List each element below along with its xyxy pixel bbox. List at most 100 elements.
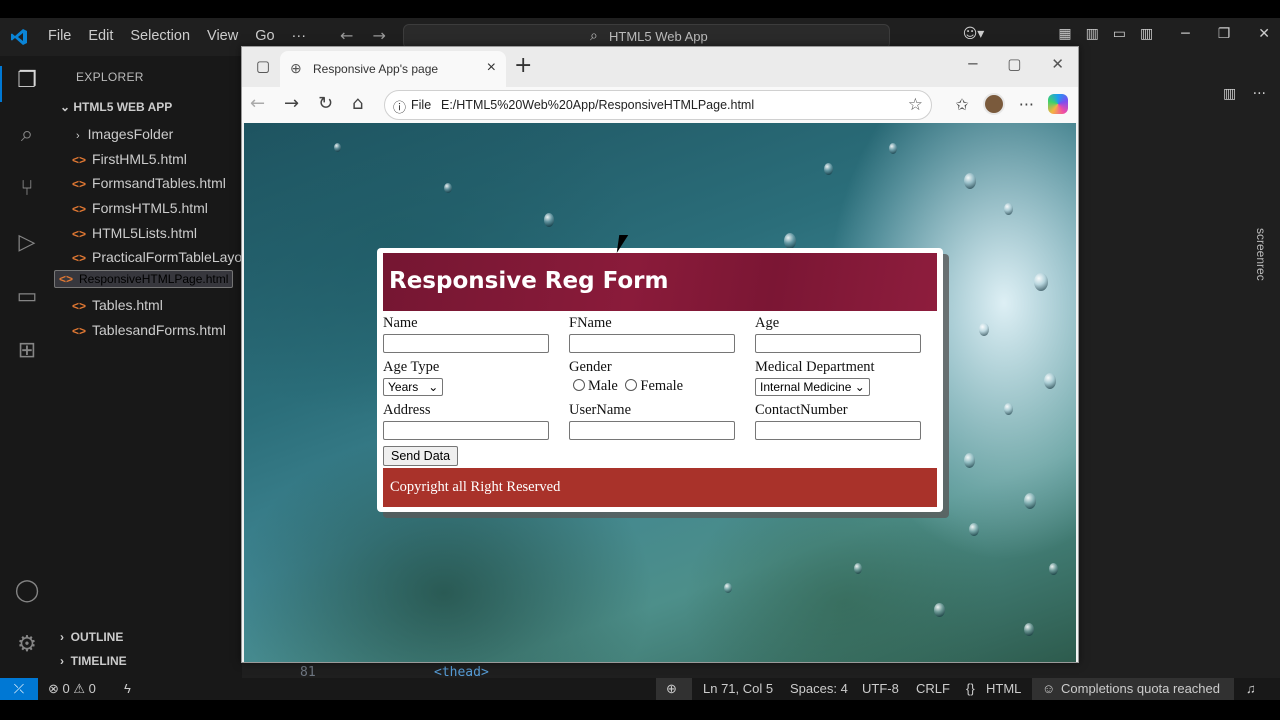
tree-file[interactable]: <>PracticalFormTableLayout.html: [54, 245, 242, 270]
rain-drop: [979, 323, 989, 336]
notifications-bell-icon[interactable]: ♫: [1246, 681, 1256, 696]
settings-more-icon[interactable]: ···: [1019, 95, 1034, 114]
tree-file[interactable]: <> Tables.html: [54, 293, 242, 318]
tree-file[interactable]: <> FirstHML5.html: [54, 147, 242, 172]
remote-explorer-icon[interactable]: ▭: [13, 284, 41, 312]
refresh-icon[interactable]: ↻: [318, 93, 333, 114]
minimize-icon[interactable]: ─: [968, 55, 977, 73]
explorer-panel: EXPLORER ⌄ HTML5 WEB APP › ImagesFolder <…: [54, 56, 242, 678]
menu-more[interactable]: ···: [292, 28, 307, 44]
new-tab-icon[interactable]: +: [514, 53, 532, 78]
username-field: UserName: [569, 402, 735, 440]
close-icon[interactable]: ✕: [1051, 55, 1064, 73]
minimize-icon[interactable]: ─: [1181, 26, 1189, 42]
rain-drop: [934, 603, 945, 617]
language-mode[interactable]: HTML: [986, 681, 1021, 696]
extensions-icon[interactable]: ⊞: [13, 338, 41, 366]
page-viewport: Responsive Reg Form Name FName Age Age T…: [244, 123, 1076, 662]
rain-drop: [1024, 623, 1034, 636]
browser-tab[interactable]: ⊕ Responsive App's page ×: [280, 51, 506, 87]
age-type-field: Age Type Years ⌄: [383, 359, 444, 396]
department-select[interactable]: Internal Medicine ⌄: [755, 378, 870, 396]
menu-file[interactable]: File: [48, 28, 71, 44]
braces-icon: {}: [966, 681, 975, 696]
copilot-icon[interactable]: [1048, 94, 1068, 114]
activity-bar: ❐ ⌕ ⑂ ▷ ▭ ⊞ ◯ ⚙: [0, 56, 54, 678]
rain-drop: [824, 163, 833, 175]
tree-file[interactable]: <> FormsHTML5.html: [54, 196, 242, 221]
forward-icon[interactable]: →: [284, 93, 299, 114]
zoom-icon[interactable]: ⊕: [666, 681, 677, 697]
project-folder[interactable]: ⌄ HTML5 WEB APP: [60, 100, 172, 114]
tab-actions-icon[interactable]: ▢: [248, 51, 278, 81]
restore-icon[interactable]: ❐: [1218, 26, 1231, 42]
back-arrow-icon[interactable]: ←: [340, 26, 353, 45]
home-icon[interactable]: ⌂: [352, 93, 363, 114]
html-file-icon: <>: [72, 226, 87, 241]
account-icon[interactable]: ◯: [13, 578, 41, 606]
lightning-icon[interactable]: ϟ: [124, 681, 131, 696]
tree-file[interactable]: <> HTML5Lists.html: [54, 221, 242, 246]
address-bar[interactable]: ⓘ File E:/HTML5%20Web%20App/ResponsiveHT…: [384, 90, 932, 120]
toggle-secondary-sidebar-icon[interactable]: ▥: [1140, 26, 1153, 42]
more-actions-icon[interactable]: ···: [1253, 86, 1266, 102]
tree-folder-images[interactable]: › ImagesFolder: [54, 122, 242, 147]
timeline-section[interactable]: › TIMELINE: [60, 654, 127, 668]
layout-icon[interactable]: ▦: [1058, 26, 1071, 42]
menu-go[interactable]: Go: [255, 28, 274, 44]
favorite-star-icon[interactable]: ☆: [908, 95, 923, 115]
encoding[interactable]: UTF-8: [862, 681, 899, 696]
run-debug-icon[interactable]: ▷: [13, 230, 41, 258]
search-icon[interactable]: ⌕: [13, 122, 41, 150]
menu-edit[interactable]: Edit: [88, 28, 113, 44]
fname-input[interactable]: [569, 334, 735, 353]
tree-file[interactable]: <> FormsandTables.html: [54, 171, 242, 196]
copilot-icon[interactable]: ☺▾: [963, 26, 985, 42]
rain-drop: [724, 583, 732, 593]
indentation[interactable]: Spaces: 4: [790, 681, 848, 696]
form-title: Responsive Reg Form: [389, 268, 669, 294]
file-tree: › ImagesFolder <> FirstHML5.html <> Formsan…: [54, 122, 242, 343]
tree-file[interactable]: <> TablesandForms.html: [54, 318, 242, 343]
info-icon[interactable]: ⓘ: [393, 97, 406, 116]
close-icon[interactable]: ✕: [1258, 26, 1270, 42]
cursor-position[interactable]: Ln 71, Col 5: [703, 681, 773, 696]
female-radio[interactable]: [625, 379, 638, 391]
rain-drop: [544, 213, 554, 227]
problems-indicator[interactable]: ⊗ 0 ⚠ 0: [48, 681, 96, 697]
browser-window-controls: ─ ▢ ✕: [968, 55, 1064, 73]
back-icon[interactable]: ←: [250, 93, 265, 114]
male-radio[interactable]: [573, 379, 585, 391]
profile-avatar[interactable]: [982, 93, 1005, 115]
age-input[interactable]: [755, 334, 921, 353]
address-input[interactable]: [383, 421, 549, 440]
tree-file-selected[interactable]: <> ResponsiveHTMLPage.html: [54, 270, 234, 289]
age-type-select[interactable]: Years ⌄: [383, 378, 444, 396]
screenrec-label: screenrec: [1254, 228, 1268, 281]
close-tab-icon[interactable]: ×: [487, 59, 496, 77]
toggle-sidebar-icon[interactable]: ▥: [1086, 26, 1099, 42]
send-data-button[interactable]: Send Data: [383, 446, 459, 466]
age-label: Age: [755, 315, 780, 331]
forward-arrow-icon[interactable]: →: [373, 26, 386, 45]
maximize-icon[interactable]: ▢: [1007, 55, 1021, 73]
outline-section[interactable]: › OUTLINE: [60, 630, 123, 644]
favorites-icon[interactable]: ✩: [955, 95, 968, 114]
rain-drop: [964, 173, 976, 189]
contact-input[interactable]: [755, 421, 921, 440]
copilot-status[interactable]: Completions quota reached: [1061, 681, 1220, 696]
toggle-panel-icon[interactable]: ▭: [1113, 26, 1126, 42]
menu-view[interactable]: View: [207, 28, 238, 44]
source-control-icon[interactable]: ⑂: [13, 176, 41, 204]
copyright-text: Copyright all Right Reserved: [390, 479, 561, 495]
name-input[interactable]: [383, 334, 549, 353]
menu-selection[interactable]: Selection: [130, 28, 190, 44]
remote-indicator-icon[interactable]: ⤫: [0, 678, 38, 700]
registration-form: Responsive Reg Form Name FName Age Age T…: [377, 248, 943, 512]
editor-actions: ▥ ···: [1223, 86, 1266, 102]
line-ending[interactable]: CRLF: [916, 681, 950, 696]
username-input[interactable]: [569, 421, 735, 440]
settings-gear-icon[interactable]: ⚙: [13, 632, 41, 660]
split-editor-icon[interactable]: ▥: [1223, 86, 1236, 102]
explorer-icon[interactable]: ❐: [13, 68, 41, 96]
